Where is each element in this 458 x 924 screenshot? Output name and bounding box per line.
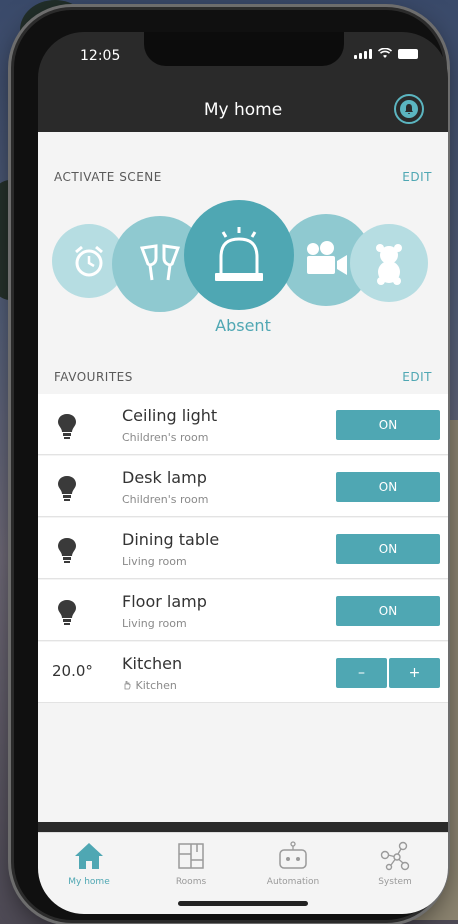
- device-room: Children's room: [122, 493, 209, 506]
- wine-glasses-icon: [139, 244, 181, 281]
- battery-icon: [398, 49, 418, 59]
- device-name: Kitchen: [122, 654, 183, 673]
- tab-bar: My home Rooms Automation System: [38, 832, 448, 914]
- increase-temperature-button[interactable]: +: [389, 658, 440, 688]
- on-button[interactable]: ON: [336, 410, 440, 440]
- device-name: Desk lamp: [122, 468, 207, 487]
- network-icon: [380, 841, 410, 871]
- phone-frame: 12:05 My home ACTIVATE SCENE EDIT Absent…: [14, 10, 448, 920]
- scene-section-title: ACTIVATE SCENE: [54, 170, 162, 184]
- temperature-value: 20.0°: [52, 662, 93, 680]
- bulb-icon: [58, 538, 76, 563]
- on-button[interactable]: ON: [336, 534, 440, 564]
- status-bar: 12:05: [38, 32, 448, 76]
- scene-teddy[interactable]: [350, 224, 428, 302]
- on-button[interactable]: ON: [336, 596, 440, 626]
- hand-icon: [124, 681, 131, 690]
- active-scene-label: Absent: [215, 316, 271, 335]
- scene-edit-link[interactable]: EDIT: [402, 170, 432, 184]
- decrease-temperature-button[interactable]: –: [336, 658, 387, 688]
- status-time: 12:05: [80, 48, 121, 64]
- home-indicator: [178, 901, 308, 906]
- bulb-icon: [58, 476, 76, 501]
- page-title: My home: [203, 100, 283, 120]
- status-icons: [354, 48, 418, 59]
- list-item: Ceiling light Children's room ON: [38, 394, 448, 455]
- device-room: Living room: [122, 555, 187, 568]
- device-name: Floor lamp: [122, 592, 207, 611]
- tab-my-home[interactable]: My home: [38, 839, 140, 887]
- scene-absent[interactable]: [184, 200, 294, 310]
- robot-icon: [279, 841, 307, 869]
- rooms-icon: [178, 843, 204, 869]
- device-room: Kitchen: [122, 679, 177, 692]
- header-bar: My home: [38, 88, 448, 132]
- scene-section-header: ACTIVATE SCENE EDIT: [54, 170, 432, 184]
- notifications-button[interactable]: [394, 94, 424, 124]
- tab-automation[interactable]: Automation: [242, 839, 344, 887]
- tab-label: Automation: [266, 877, 320, 887]
- device-room-text: Kitchen: [135, 679, 177, 692]
- main-content: ACTIVATE SCENE EDIT Absent FAVOURITES ED…: [38, 132, 448, 822]
- tab-label: My home: [68, 877, 110, 887]
- device-name: Ceiling light: [122, 406, 218, 425]
- list-item: Dining table Living room ON: [38, 518, 448, 579]
- siren-icon: [215, 227, 263, 281]
- tab-rooms[interactable]: Rooms: [140, 839, 242, 887]
- wifi-icon: [378, 48, 392, 58]
- tab-label: System: [378, 877, 412, 887]
- on-button[interactable]: ON: [336, 472, 440, 502]
- device-name: Dining table: [122, 530, 220, 549]
- notch: [144, 32, 344, 66]
- tab-label: Rooms: [175, 877, 207, 887]
- home-icon: [75, 843, 103, 869]
- device-room: Living room: [122, 617, 187, 630]
- favourites-section-header: FAVOURITES EDIT: [54, 370, 432, 384]
- favourites-section-title: FAVOURITES: [54, 370, 133, 384]
- list-item: Desk lamp Children's room ON: [38, 456, 448, 517]
- app-screen: 12:05 My home ACTIVATE SCENE EDIT Absent…: [38, 32, 448, 914]
- tab-system[interactable]: System: [344, 839, 446, 887]
- list-item: 20.0° Kitchen Kitchen – +: [38, 642, 448, 703]
- bell-icon: [400, 100, 418, 118]
- signal-icon: [354, 49, 372, 59]
- bulb-icon: [58, 414, 76, 439]
- video-camera-icon: [307, 241, 347, 275]
- alarm-clock-icon: [75, 245, 103, 277]
- favourites-edit-link[interactable]: EDIT: [402, 370, 432, 384]
- list-item: Floor lamp Living room ON: [38, 580, 448, 641]
- device-room: Children's room: [122, 431, 209, 444]
- bulb-icon: [58, 600, 76, 625]
- teddy-bear-icon: [376, 244, 402, 285]
